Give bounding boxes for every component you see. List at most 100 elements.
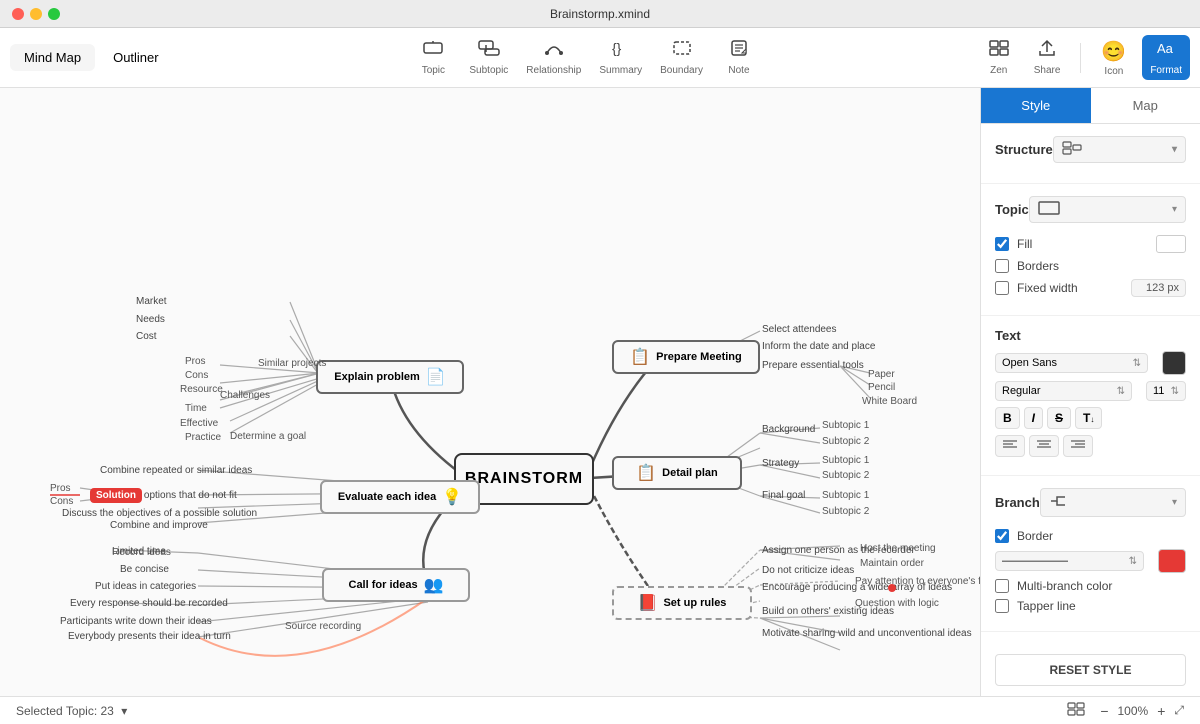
size-chevron: ⇅ (1171, 386, 1179, 397)
leaf-record: Every response should be recorded (70, 598, 228, 609)
leaf-pros2: Pros (50, 483, 71, 494)
branch-row: Branch ▾ (995, 488, 1186, 517)
zen-button[interactable]: Zen (980, 35, 1018, 80)
reset-style-button[interactable]: RESET STYLE (995, 654, 1186, 686)
tool-subtopic[interactable]: Subtopic (461, 35, 516, 80)
node-setuprules[interactable]: 📕 Set up rules (612, 586, 752, 620)
fixed-width-checkbox[interactable] (995, 281, 1009, 295)
branch-chevron: ▾ (1172, 497, 1177, 508)
leaf-host: Host the meeting (860, 543, 936, 554)
close-button[interactable] (12, 8, 24, 20)
strikethrough-button[interactable]: S (1047, 407, 1071, 429)
leaf-subtopic1a: Subtopic 1 (822, 420, 869, 431)
maximize-button[interactable] (48, 8, 60, 20)
fill-checkbox[interactable] (995, 237, 1009, 251)
tool-note[interactable]: Note (713, 35, 765, 80)
tool-boundary-label: Boundary (660, 65, 703, 76)
leaf-combine-repeated: Combine repeated or similar ideas (100, 465, 252, 476)
node-evaluate-label: Evaluate each idea (338, 491, 436, 503)
align-right-button[interactable] (1063, 435, 1093, 457)
bold-button[interactable]: B (995, 407, 1020, 429)
leaf-paper: Paper (868, 369, 895, 380)
leaf-challenges: Challenges (220, 390, 270, 401)
text-color-swatch[interactable] (1162, 351, 1186, 375)
font-weight-select[interactable]: Regular ⇅ (995, 381, 1132, 401)
leaf-no-criticize: Do not criticize ideas (762, 565, 854, 576)
text-more-button[interactable]: T↓ (1075, 407, 1102, 429)
leaf-resource: Resource (180, 384, 223, 395)
svg-text:Aa: Aa (1157, 41, 1174, 56)
line-style-preview: —————— (1002, 555, 1068, 567)
branch-select[interactable]: ▾ (1040, 488, 1186, 517)
tab-map[interactable]: Map (1091, 88, 1200, 123)
relationship-icon (543, 39, 565, 63)
fixed-width-row: Fixed width 123 px (995, 279, 1186, 297)
node-explain[interactable]: Explain problem 📄 (316, 360, 464, 394)
tab-outliner[interactable]: Outliner (99, 44, 173, 71)
leaf-whiteboard: White Board (862, 396, 917, 407)
fill-row: Fill (995, 235, 1186, 253)
font-size-select[interactable]: 11 ⇅ (1146, 381, 1186, 401)
tool-topic[interactable]: Topic (407, 35, 459, 80)
node-callforideas[interactable]: Call for ideas 👥 (322, 568, 470, 602)
canvas[interactable]: BRAINSTORM Explain problem 📄 Evaluate ea… (0, 88, 980, 696)
share-icon (1036, 39, 1058, 63)
structure-select[interactable]: ▾ (1053, 136, 1186, 163)
tapper-line-row: Tapper line (995, 599, 1186, 613)
tool-relationship[interactable]: Relationship (518, 35, 589, 80)
text-title: Text (995, 328, 1186, 343)
leaf-combine-improve: Combine and improve (110, 520, 208, 531)
line-style-select[interactable]: —————— ⇅ (995, 551, 1144, 571)
format-buttons-row: B I S T↓ (995, 407, 1186, 429)
border-checkbox[interactable] (995, 529, 1009, 543)
italic-button[interactable]: I (1024, 407, 1043, 429)
font-row: Open Sans ⇅ (995, 351, 1186, 375)
align-left-button[interactable] (995, 435, 1025, 457)
node-evaluate[interactable]: Evaluate each idea 💡 (320, 480, 480, 514)
share-label: Share (1034, 65, 1061, 76)
zoom-in-button[interactable]: + (1154, 703, 1168, 719)
format-button[interactable]: Aa Format (1142, 35, 1190, 80)
leaf-put-ideas: Put ideas in categories (95, 581, 196, 592)
share-button[interactable]: Share (1026, 35, 1069, 80)
leaf-cons2: Cons (50, 496, 73, 507)
tab-mindmap[interactable]: Mind Map (10, 44, 95, 71)
tapper-line-checkbox[interactable] (995, 599, 1009, 613)
fixed-width-label: Fixed width (1017, 281, 1078, 295)
borders-checkbox[interactable] (995, 259, 1009, 273)
leaf-everybody: Everybody presents their idea in turn (68, 631, 231, 642)
node-detail-icon: 📋 (636, 463, 656, 483)
solution-badge: Solution (90, 488, 142, 503)
topic-shape-select[interactable]: ▾ (1029, 196, 1186, 223)
branch-style-icon (1049, 493, 1067, 512)
node-setuprules-icon: 📕 (638, 593, 658, 613)
structure-icon (1062, 141, 1082, 158)
tool-boundary[interactable]: Boundary (652, 35, 711, 80)
align-center-button[interactable] (1029, 435, 1059, 457)
summary-icon: {} (610, 39, 632, 63)
topic-section: Topic ▾ Fill Borders (981, 184, 1200, 316)
borders-row: Borders (995, 259, 1186, 273)
note-icon (728, 39, 750, 63)
multi-branch-checkbox[interactable] (995, 579, 1009, 593)
fixed-width-value: 123 px (1131, 279, 1186, 297)
font-chevron: ⇅ (1133, 358, 1141, 369)
node-detail[interactable]: 📋 Detail plan (612, 456, 742, 490)
status-left: Selected Topic: 23 ▾ (16, 704, 1051, 718)
zoom-out-button[interactable]: − (1097, 703, 1111, 719)
fill-color[interactable] (1156, 235, 1186, 253)
icon-button[interactable]: 😊 Icon (1093, 35, 1134, 81)
window-title: Brainstormp.xmind (550, 7, 650, 21)
tool-summary[interactable]: {} Summary (591, 35, 650, 80)
leaf-select-attendees: Select attendees (762, 324, 837, 335)
node-prepare[interactable]: 📋 Prepare Meeting (612, 340, 760, 374)
leaf-market: Market (136, 296, 167, 307)
leaf-subtopic2b: Subtopic 2 (822, 470, 869, 481)
branch-color-swatch[interactable] (1158, 549, 1186, 573)
tab-style[interactable]: Style (981, 88, 1091, 123)
leaf-cons: Cons (185, 370, 208, 381)
leaf-similar-projects: Similar projects (258, 358, 326, 369)
leaf-needs: Needs (136, 314, 165, 325)
font-select[interactable]: Open Sans ⇅ (995, 353, 1148, 373)
minimize-button[interactable] (30, 8, 42, 20)
